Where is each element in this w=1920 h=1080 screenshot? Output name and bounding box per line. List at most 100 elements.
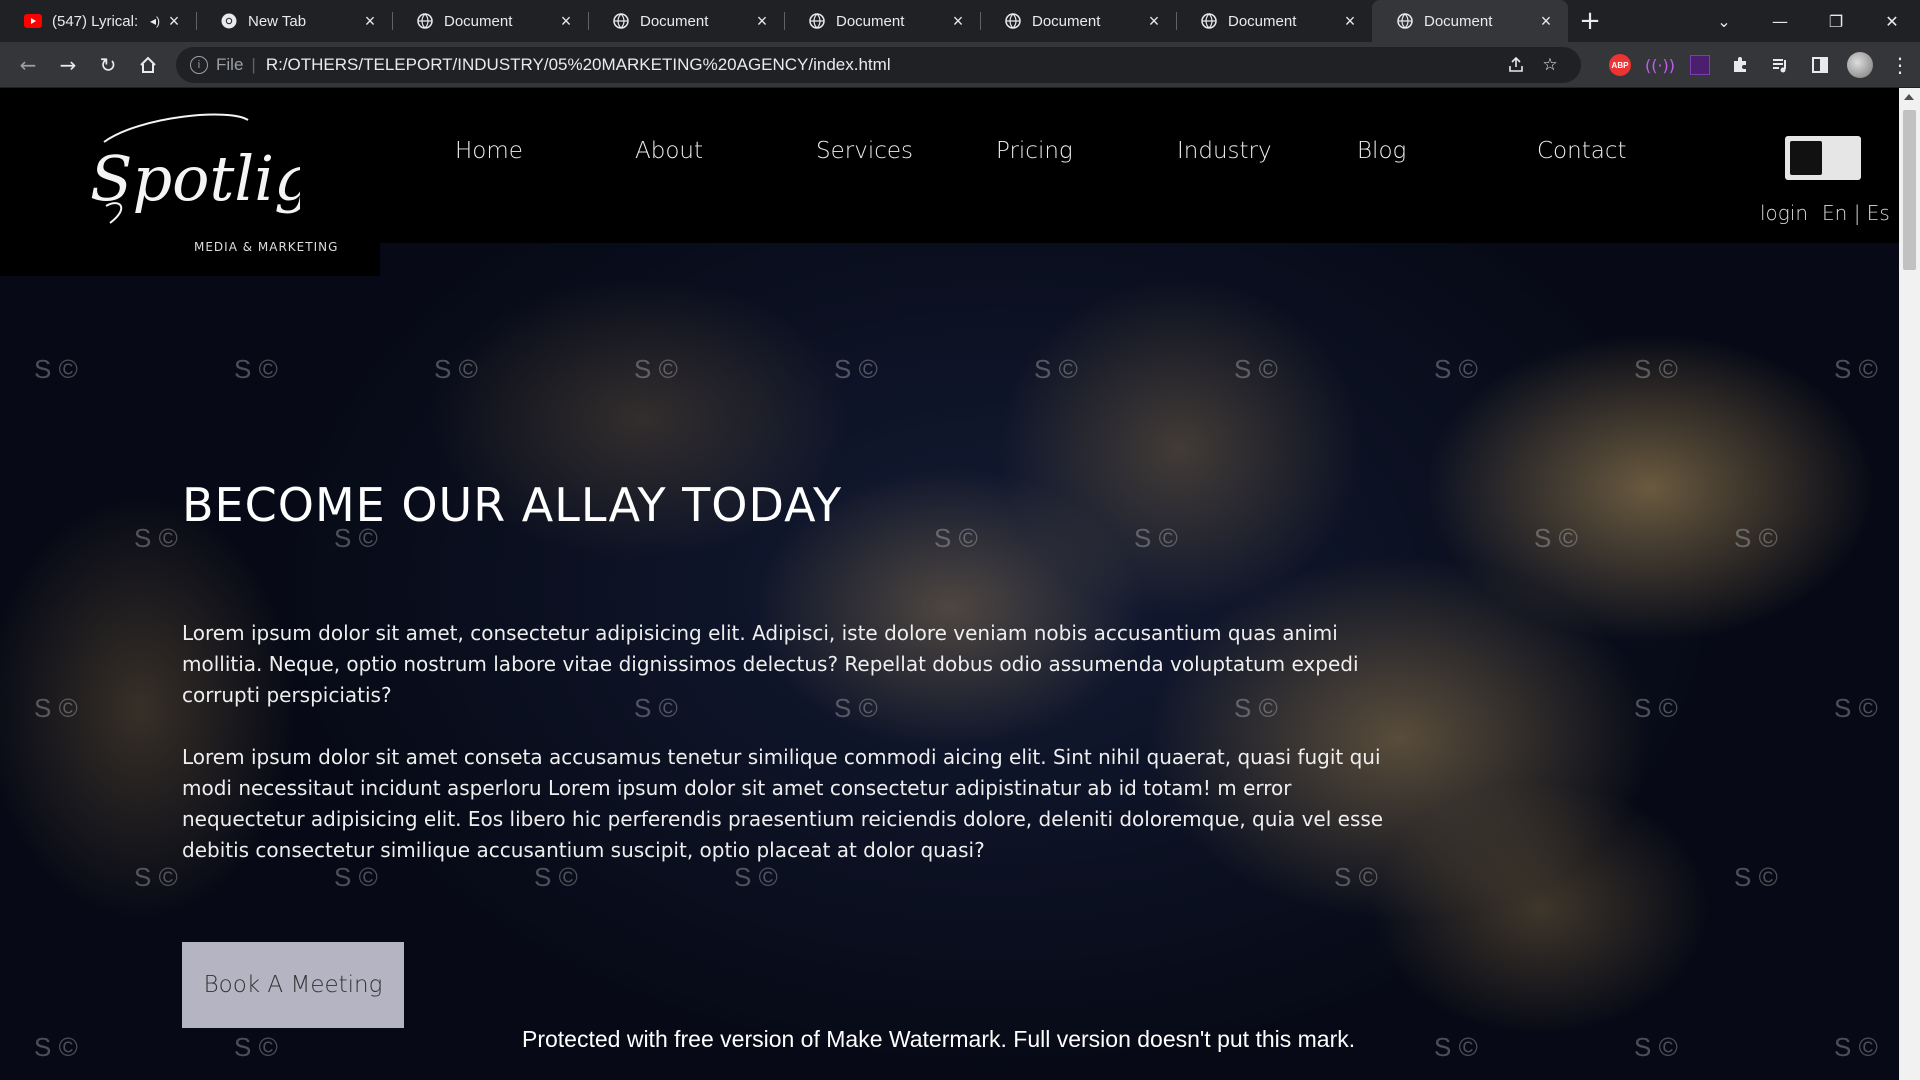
chrome-icon — [220, 12, 238, 30]
nav-industry[interactable]: Industry — [1177, 138, 1272, 164]
watermark-stamp: S © — [1334, 862, 1378, 892]
watermark-stamp: S © — [1034, 354, 1078, 384]
nav-home[interactable]: Home — [455, 138, 523, 164]
abp-icon: ABP — [1609, 54, 1631, 76]
watermark-stamp: S © — [234, 1032, 278, 1062]
nav-pricing[interactable]: Pricing — [996, 138, 1073, 164]
tab-title: Document — [1228, 12, 1297, 30]
browser-tab[interactable]: Document × — [980, 0, 1176, 42]
nav-contact[interactable]: Contact — [1537, 138, 1626, 164]
globe-icon — [1200, 12, 1218, 30]
close-tab-icon[interactable]: × — [1536, 11, 1556, 31]
restore-button[interactable]: ❐ — [1808, 0, 1864, 42]
browser-tab[interactable]: Document × — [784, 0, 980, 42]
url-text[interactable]: R:/OTHERS/TELEPORT/INDUSTRY/05%20MARKETI… — [266, 55, 1499, 75]
close-tab-icon[interactable]: × — [948, 11, 968, 31]
watermark-stamp: S © — [34, 1032, 78, 1062]
logo-tagline: MEDIA & MARKETING — [194, 240, 339, 254]
minimize-button[interactable]: — — [1752, 0, 1808, 42]
watermark-stamp: S © — [734, 862, 778, 892]
page-viewport: S © S © S © S © S © S © S © S © S © S © S © S © S © S… — [0, 88, 1899, 1080]
globe-icon — [1004, 12, 1022, 30]
close-tab-icon[interactable]: × — [164, 11, 184, 31]
side-panel-button[interactable] — [1800, 47, 1840, 83]
globe-icon — [416, 12, 434, 30]
avatar — [1847, 52, 1873, 78]
watermark-stamp: S © — [434, 354, 478, 384]
watermark-stamp: S © — [1434, 1032, 1478, 1062]
extensions-area: ABP ((·)) ⋮ — [1600, 47, 1920, 83]
speaker-icon[interactable]: ◂) — [146, 14, 164, 28]
adblock-extension[interactable]: ABP — [1600, 47, 1640, 83]
tab-title: (547) Lyrical: — [52, 12, 139, 30]
watermark-stamp: S © — [1634, 693, 1678, 723]
purple-extension[interactable] — [1680, 47, 1720, 83]
tab-title: Document — [836, 12, 905, 30]
globe-icon — [612, 12, 630, 30]
browser-tab[interactable]: New Tab × — [196, 0, 392, 42]
new-tab-button[interactable]: + — [1568, 0, 1612, 42]
close-tab-icon[interactable]: × — [752, 11, 772, 31]
youtube-icon — [24, 12, 42, 30]
book-meeting-button[interactable]: Book A Meeting — [182, 942, 404, 1028]
tab-search-icon[interactable]: ⌄ — [1696, 0, 1752, 42]
puzzle-icon — [1734, 57, 1746, 72]
browser-tab[interactable]: (547) Lyrical: ◂) × — [0, 0, 196, 42]
watermark-stamp: S © — [834, 354, 878, 384]
watermark-stamp: S © — [1634, 1032, 1678, 1062]
close-tab-icon[interactable]: × — [360, 11, 380, 31]
nav-blog[interactable]: Blog — [1357, 138, 1406, 164]
logo[interactable]: Spotlight MEDIA & MARKETING — [0, 88, 380, 276]
menu-button[interactable]: ⋮ — [1880, 47, 1920, 83]
watermark-stamp: S © — [934, 523, 978, 553]
close-tab-icon[interactable]: × — [556, 11, 576, 31]
site-info-icon[interactable]: i — [190, 56, 208, 74]
url-separator: | — [251, 55, 256, 74]
close-window-button[interactable]: ✕ — [1864, 0, 1920, 42]
scroll-up-icon[interactable] — [1904, 94, 1914, 100]
watermark-stamp: S © — [1634, 354, 1678, 384]
browser-toolbar: ← → ↻ i File | R:/OTHERS/TELEPORT/INDUST… — [0, 42, 1920, 88]
media-control-button[interactable] — [1760, 47, 1800, 83]
address-bar[interactable]: i File | R:/OTHERS/TELEPORT/INDUSTRY/05%… — [176, 47, 1581, 83]
hero-paragraph-1: Lorem ipsum dolor sit amet, consectetur … — [182, 621, 1359, 707]
bookmark-star-icon[interactable]: ☆ — [1533, 48, 1567, 82]
watermark-stamp: S © — [1834, 354, 1878, 384]
browser-tab[interactable]: Document × — [588, 0, 784, 42]
tab-title: Document — [1424, 12, 1493, 30]
wave-icon: ((·)) — [1644, 55, 1676, 75]
nav-about[interactable]: About — [635, 138, 703, 164]
close-tab-icon[interactable]: × — [1144, 11, 1164, 31]
watermark-stamp: S © — [134, 523, 178, 553]
close-tab-icon[interactable]: × — [1340, 11, 1360, 31]
globe-icon — [808, 12, 826, 30]
forward-button[interactable]: → — [48, 45, 88, 85]
page-scrollbar[interactable] — [1899, 88, 1920, 1080]
watermark-stamp: S © — [1834, 1032, 1878, 1062]
kebab-menu-icon: ⋮ — [1890, 53, 1910, 77]
extensions-button[interactable] — [1720, 47, 1760, 83]
nav-services[interactable]: Services — [816, 138, 913, 164]
reload-button[interactable]: ↻ — [88, 45, 128, 85]
watermark-notice: Protected with free version of Make Wate… — [522, 1026, 1356, 1052]
share-icon[interactable] — [1499, 48, 1533, 82]
watermark-stamp: S © — [1434, 354, 1478, 384]
watermark-stamp: S © — [534, 862, 578, 892]
tab-title: Document — [1032, 12, 1101, 30]
watermark-stamp: S © — [1734, 862, 1778, 892]
window-controls: ⌄ — ❐ ✕ — [1696, 0, 1920, 42]
back-button[interactable]: ← — [8, 45, 48, 85]
theme-toggle[interactable] — [1785, 136, 1861, 180]
home-button[interactable] — [128, 45, 168, 85]
profile-button[interactable] — [1840, 47, 1880, 83]
scroll-thumb[interactable] — [1903, 110, 1916, 270]
browser-tab[interactable]: Document × — [1372, 0, 1568, 42]
watermark-stamp: S © — [1234, 354, 1278, 384]
login-link[interactable]: login — [1760, 201, 1808, 225]
url-scheme: File — [216, 55, 244, 74]
browser-tab[interactable]: Document × — [1176, 0, 1372, 42]
watermark-stamp: S © — [1134, 523, 1178, 553]
browser-tab[interactable]: Document × — [392, 0, 588, 42]
wave-extension[interactable]: ((·)) — [1640, 47, 1680, 83]
language-switcher[interactable]: En | Es — [1822, 201, 1890, 225]
